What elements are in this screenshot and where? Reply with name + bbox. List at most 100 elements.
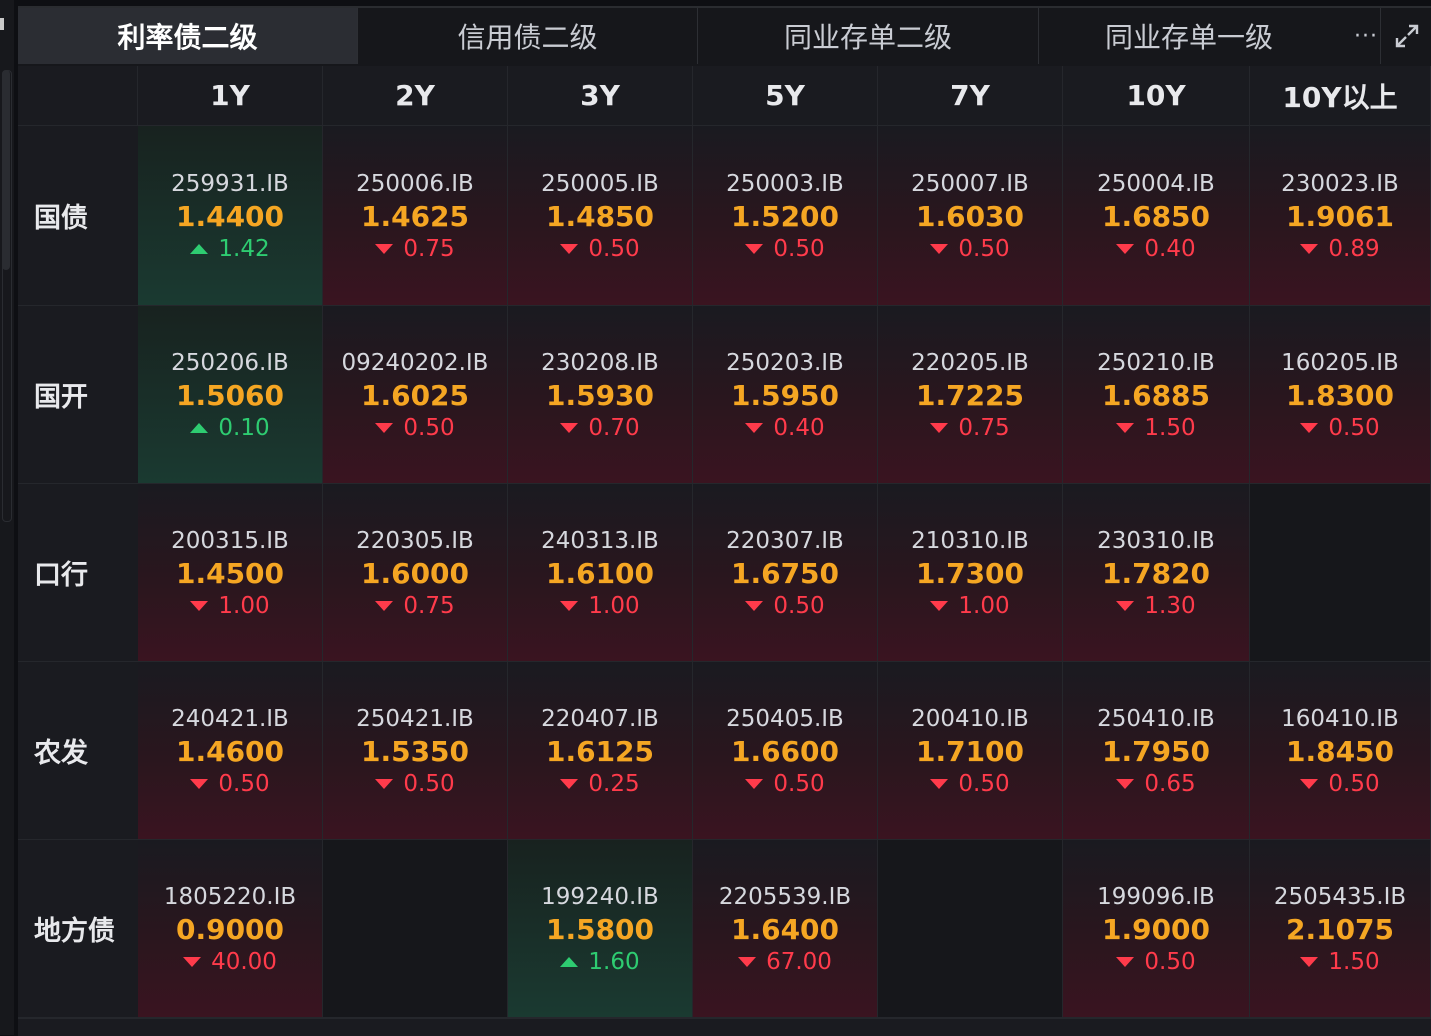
change-value: 1.00 (930, 591, 1010, 621)
yield-rate: 1.6030 (915, 199, 1025, 233)
expand-icon[interactable] (1380, 8, 1431, 64)
change-amount: 1.60 (588, 948, 640, 975)
column-header-2y[interactable]: 2Y (323, 66, 508, 126)
change-value: 0.40 (745, 413, 825, 443)
quote-cell[interactable]: 250210.IB 1.6885 1.50 (1063, 306, 1250, 484)
change-value: 1.60 (560, 947, 640, 977)
quote-cell[interactable]: 250410.IB 1.7950 0.65 (1063, 662, 1250, 840)
arrow-down-icon (560, 778, 579, 789)
change-value: 1.30 (1116, 591, 1196, 621)
change-amount: 0.50 (773, 770, 825, 797)
quote-cell[interactable]: 250421.IB 1.5350 0.50 (323, 662, 508, 840)
quote-cell[interactable]: 250206.IB 1.5060 0.10 (138, 306, 323, 484)
arrow-down-icon (190, 600, 209, 611)
quote-cell[interactable]: 250006.IB 1.4625 0.75 (323, 126, 508, 306)
column-header-10y以上[interactable]: 10Y以上 (1250, 66, 1431, 126)
rail-scrollbar-thumb[interactable] (2, 70, 10, 270)
arrow-down-icon (183, 956, 202, 967)
quote-cell[interactable]: 220307.IB 1.6750 0.50 (693, 484, 878, 662)
yield-rate: 0.9000 (175, 912, 285, 946)
quote-cell[interactable]: 230023.IB 1.9061 0.89 (1250, 126, 1431, 306)
change-value: 0.89 (1300, 234, 1380, 264)
arrow-up-icon (190, 422, 209, 433)
arrow-down-icon (1116, 956, 1135, 967)
column-header-7y[interactable]: 7Y (878, 66, 1063, 126)
column-header-10y[interactable]: 10Y (1063, 66, 1250, 126)
bond-code: 240313.IB (541, 527, 659, 554)
bond-code: 09240202.IB (341, 349, 489, 376)
bond-code: 220305.IB (356, 527, 474, 554)
quote-cell[interactable]: 2205539.IB 1.6400 67.00 (693, 840, 878, 1018)
bond-code: 250004.IB (1097, 170, 1215, 197)
change-value: 0.65 (1116, 769, 1196, 799)
tab-ncd-primary[interactable]: 同业存单一级 (1039, 8, 1339, 64)
bond-code: 240421.IB (171, 705, 289, 732)
yield-rate: 1.7225 (915, 378, 1025, 412)
yield-rate: 1.7100 (915, 734, 1025, 768)
change-value: 0.50 (560, 234, 640, 264)
tab-rate-bond-secondary[interactable]: 利率债二级 (18, 8, 358, 64)
quote-cell[interactable]: 210310.IB 1.7300 1.00 (878, 484, 1063, 662)
quote-cell[interactable]: 240313.IB 1.6100 1.00 (508, 484, 693, 662)
quote-cell[interactable]: 230310.IB 1.7820 1.30 (1063, 484, 1250, 662)
quote-cell[interactable]: 259931.IB 1.4400 1.42 (138, 126, 323, 306)
change-value: 0.75 (375, 234, 455, 264)
change-amount: 0.50 (773, 235, 825, 262)
change-amount: 0.50 (1328, 770, 1380, 797)
quote-cell[interactable]: 200315.IB 1.4500 1.00 (138, 484, 323, 662)
quote-cell[interactable]: 200410.IB 1.7100 0.50 (878, 662, 1063, 840)
change-amount: 0.50 (403, 770, 455, 797)
change-value: 1.42 (190, 234, 270, 264)
arrow-down-icon (1116, 243, 1135, 254)
arrow-down-icon (560, 422, 579, 433)
quote-cell[interactable]: 199096.IB 1.9000 0.50 (1063, 840, 1250, 1018)
yield-rate: 1.6100 (545, 556, 655, 590)
change-value: 0.50 (1116, 947, 1196, 977)
change-amount: 1.00 (958, 592, 1010, 619)
quote-cell[interactable]: 240421.IB 1.4600 0.50 (138, 662, 323, 840)
change-value: 0.50 (1300, 413, 1380, 443)
bond-code: 220205.IB (911, 349, 1029, 376)
change-amount: 0.50 (403, 414, 455, 441)
change-value: 0.10 (190, 413, 270, 443)
column-header-3y[interactable]: 3Y (508, 66, 693, 126)
quote-cell[interactable]: 250004.IB 1.6850 0.40 (1063, 126, 1250, 306)
quote-cell[interactable]: 160205.IB 1.8300 0.50 (1250, 306, 1431, 484)
left-rail (0, 0, 14, 1035)
arrow-down-icon (1116, 600, 1135, 611)
column-header-5y[interactable]: 5Y (693, 66, 878, 126)
quote-cell[interactable]: 250203.IB 1.5950 0.40 (693, 306, 878, 484)
yield-rate: 1.6885 (1101, 378, 1211, 412)
tab-credit-bond-secondary[interactable]: 信用债二级 (358, 8, 698, 64)
quote-cell[interactable]: 250007.IB 1.6030 0.50 (878, 126, 1063, 306)
quote-cell[interactable]: 2505435.IB 2.1075 1.50 (1250, 840, 1431, 1018)
arrow-down-icon (560, 243, 579, 254)
bond-code: 210310.IB (911, 527, 1029, 554)
change-value: 40.00 (183, 947, 277, 977)
quote-cell[interactable]: 160410.IB 1.8450 0.50 (1250, 662, 1431, 840)
quote-cell[interactable]: 250405.IB 1.6600 0.50 (693, 662, 878, 840)
quote-cell[interactable]: 230208.IB 1.5930 0.70 (508, 306, 693, 484)
empty-cell (878, 840, 1063, 1018)
change-amount: 0.50 (773, 592, 825, 619)
quote-cell[interactable]: 220407.IB 1.6125 0.25 (508, 662, 693, 840)
quote-cell[interactable]: 220205.IB 1.7225 0.75 (878, 306, 1063, 484)
quote-cell[interactable]: 09240202.IB 1.6025 0.50 (323, 306, 508, 484)
arrow-down-icon (930, 778, 949, 789)
yield-rate: 1.7820 (1101, 556, 1211, 590)
change-amount: 0.25 (588, 770, 640, 797)
change-value: 0.50 (930, 234, 1010, 264)
quote-cell[interactable]: 199240.IB 1.5800 1.60 (508, 840, 693, 1018)
change-value: 0.25 (560, 769, 640, 799)
arrow-down-icon (745, 422, 764, 433)
change-amount: 1.30 (1144, 592, 1196, 619)
quote-cell[interactable]: 220305.IB 1.6000 0.75 (323, 484, 508, 662)
column-header-1y[interactable]: 1Y (138, 66, 323, 126)
quote-cell[interactable]: 250003.IB 1.5200 0.50 (693, 126, 878, 306)
quote-cell[interactable]: 1805220.IB 0.9000 40.00 (138, 840, 323, 1018)
tab-ncd-secondary[interactable]: 同业存单二级 (698, 8, 1039, 64)
arrow-down-icon (745, 778, 764, 789)
quote-cell[interactable]: 250005.IB 1.4850 0.50 (508, 126, 693, 306)
yield-rate: 1.4850 (545, 199, 655, 233)
bond-code: 200410.IB (911, 705, 1029, 732)
